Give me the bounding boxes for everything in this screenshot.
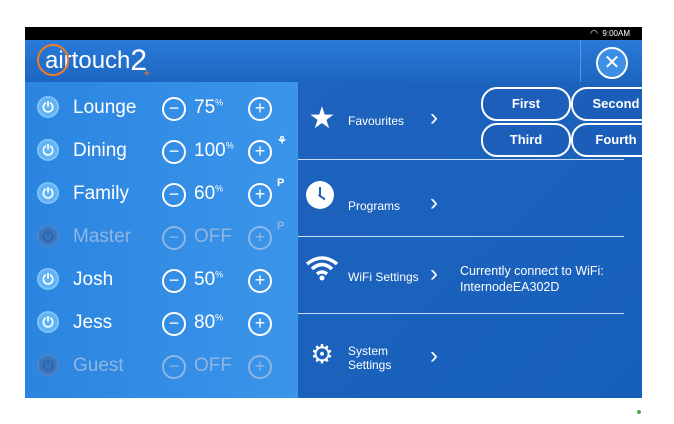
increase-button[interactable]: +: [248, 312, 272, 336]
power-icon[interactable]: ⏻: [37, 268, 59, 290]
chevron-right-icon: ›: [430, 189, 438, 216]
increase-button[interactable]: +: [248, 269, 272, 293]
program-flag: P: [277, 220, 285, 232]
clock-icon: [306, 181, 334, 209]
system-settings-row[interactable]: ⚙ System Settings ›: [298, 315, 642, 390]
program-flag: P: [277, 177, 285, 189]
increase-button[interactable]: +: [248, 140, 272, 164]
power-icon[interactable]: ⏻: [37, 139, 59, 161]
power-icon[interactable]: ⏻: [37, 182, 59, 204]
zone-value: 60%: [194, 183, 224, 204]
zone-name: Master: [73, 226, 132, 247]
wifi-status-icon: ◠: [590, 28, 598, 38]
airtouch-logo: airtouch2+: [37, 44, 154, 80]
power-icon[interactable]: ⏻: [37, 225, 59, 247]
wifi-network-name: InternodeEA302D: [460, 280, 560, 294]
fan-icon: ⚘: [277, 135, 287, 147]
decrease-button[interactable]: −: [162, 355, 186, 379]
wifi-info-line1: Currently connect to WiFi:: [460, 264, 604, 278]
favourites-label: Favourites: [348, 114, 405, 128]
zone-value: OFF: [194, 226, 232, 247]
status-bar: ◠ 9:00AM: [25, 27, 642, 40]
wifi-icon: [303, 252, 341, 290]
header-bar: airtouch2+ ✕: [25, 40, 642, 82]
favourite-second-button[interactable]: Second: [571, 87, 642, 121]
indicator-dot: [637, 410, 641, 414]
close-icon: ✕: [603, 52, 621, 74]
zone-value: OFF: [194, 355, 232, 376]
zone-row-master: ⏻ Master − OFF + P: [25, 216, 298, 259]
zone-value: 50%: [194, 269, 224, 290]
status-time: 9:00AM: [602, 29, 630, 38]
zone-value: 80%: [194, 312, 224, 333]
zone-row-josh: ⏻ Josh −50% +: [25, 259, 298, 302]
chevron-right-icon: ›: [430, 104, 438, 131]
system-settings-label: System Settings: [348, 344, 392, 372]
zone-name: Guest: [73, 355, 124, 376]
zone-name: Josh: [73, 269, 114, 290]
decrease-button[interactable]: −: [162, 312, 186, 336]
favourite-fourth-button[interactable]: Fourth: [571, 123, 642, 157]
zones-panel: ⏻ Lounge −75% + ⏻ Dining −100% + ⚘ ⏻ Family −60% + P ⏻…: [25, 82, 298, 398]
decrease-button[interactable]: −: [162, 97, 186, 121]
wifi-settings-label: WiFi Settings: [348, 270, 419, 284]
separator: [298, 159, 624, 160]
chevron-right-icon: ›: [430, 260, 438, 287]
wifi-settings-row[interactable]: WiFi Settings › Currently connect to WiF…: [298, 238, 642, 313]
menu-panel: ★ Favourites › First Second Third Fourth…: [298, 82, 642, 398]
decrease-button[interactable]: −: [162, 269, 186, 293]
zone-row-family: ⏻ Family −60% + P: [25, 173, 298, 216]
zone-row-dining: ⏻ Dining −100% + ⚘: [25, 130, 298, 173]
programs-row[interactable]: Programs ›: [298, 161, 642, 236]
increase-button[interactable]: +: [248, 226, 272, 250]
zone-row-guest: ⏻ Guest − OFF +: [25, 345, 298, 388]
zone-value: 100%: [194, 140, 234, 161]
header-divider: [580, 40, 581, 82]
decrease-button[interactable]: −: [162, 140, 186, 164]
increase-button[interactable]: +: [248, 97, 272, 121]
increase-button[interactable]: +: [248, 183, 272, 207]
favourite-first-button[interactable]: First: [481, 87, 571, 121]
zone-name: Lounge: [73, 97, 137, 118]
gears-icon: ⚙: [310, 339, 334, 369]
star-icon: ★: [308, 102, 336, 135]
power-icon[interactable]: ⏻: [37, 354, 59, 376]
separator: [298, 313, 624, 314]
separator: [298, 236, 624, 237]
zone-row-jess: ⏻ Jess −80% +: [25, 302, 298, 345]
power-icon[interactable]: ⏻: [37, 311, 59, 333]
programs-label: Programs: [348, 199, 401, 213]
close-button[interactable]: ✕: [596, 47, 628, 79]
power-icon[interactable]: ⏻: [37, 96, 59, 118]
increase-button[interactable]: +: [248, 355, 272, 379]
zone-name: Family: [73, 183, 129, 204]
zone-name: Dining: [73, 140, 127, 161]
favourite-third-button[interactable]: Third: [481, 123, 571, 157]
decrease-button[interactable]: −: [162, 226, 186, 250]
device-screen: ◠ 9:00AM airtouch2+ ✕ ⏻ Lounge −75% + ⏻ Dinin…: [25, 27, 642, 398]
zone-row-lounge: ⏻ Lounge −75% +: [25, 87, 298, 130]
chevron-right-icon: ›: [430, 342, 438, 369]
wifi-connection-info: Currently connect to WiFi: InternodeEA30…: [460, 263, 604, 295]
decrease-button[interactable]: −: [162, 183, 186, 207]
logo-ring: [37, 44, 69, 76]
zone-name: Jess: [73, 312, 113, 333]
zone-value: 75%: [194, 97, 224, 118]
